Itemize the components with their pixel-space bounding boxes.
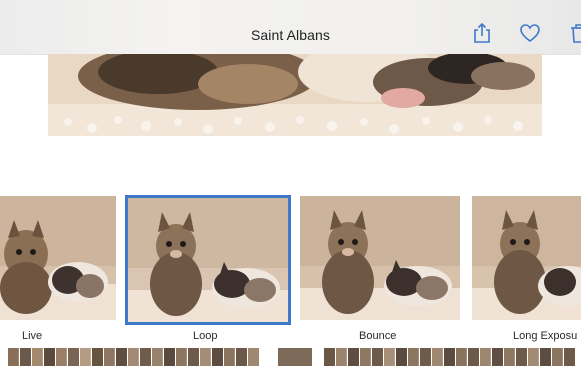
trash-icon[interactable] <box>568 22 581 44</box>
effect-thumb-live[interactable] <box>0 196 116 320</box>
effect-thumb-long-exposure[interactable] <box>472 196 581 320</box>
main-photo[interactable] <box>48 54 542 136</box>
effect-thumb-loop[interactable] <box>125 195 291 325</box>
effect-label-live: Live <box>22 330 43 342</box>
effect-label-loop: Loop <box>193 330 218 342</box>
heart-icon[interactable] <box>519 22 541 44</box>
effect-label-long-exposure: Long Exposu <box>513 330 578 342</box>
effect-thumb-bounce[interactable] <box>300 196 460 320</box>
navigation-bar: Saint Albans <box>0 0 581 55</box>
page-title: Saint Albans <box>250 27 331 43</box>
photo-viewer-screen: Saint Albans Live Loop Bounce Long Expos… <box>0 0 581 366</box>
share-icon[interactable] <box>471 22 493 44</box>
filmstrip-scrubber[interactable] <box>0 348 581 366</box>
effect-label-bounce: Bounce <box>359 330 397 342</box>
